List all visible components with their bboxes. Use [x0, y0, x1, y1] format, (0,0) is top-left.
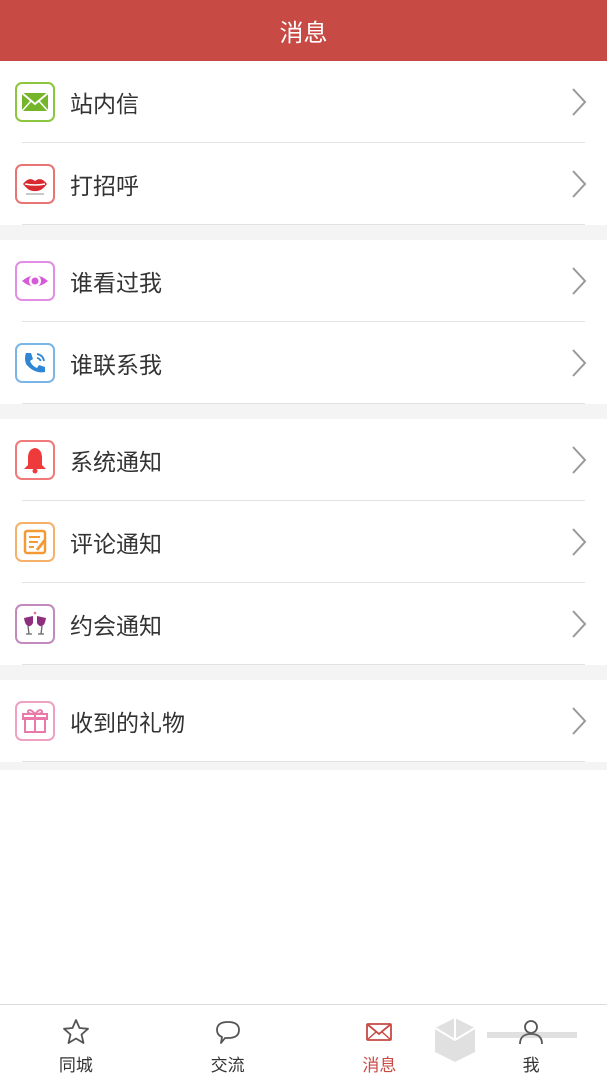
envelope-icon	[364, 1017, 394, 1047]
tab-chat[interactable]: 交流	[152, 1005, 304, 1080]
menu-group-4: 收到的礼物	[0, 680, 607, 762]
chevron-right-icon	[571, 706, 587, 736]
group-gap	[0, 404, 607, 419]
menu-item-received-gifts[interactable]: 收到的礼物	[0, 680, 607, 762]
header-bar: 消息	[0, 0, 607, 61]
chevron-right-icon	[571, 609, 587, 639]
menu-item-who-contacted-me[interactable]: 谁联系我	[0, 322, 607, 404]
divider	[22, 761, 585, 762]
notepad-icon	[15, 522, 55, 562]
menu-group-3: 系统通知 评论通知 约会通知	[0, 419, 607, 665]
group-gap	[0, 762, 607, 770]
group-gap	[0, 665, 607, 680]
watermark-logo	[434, 1018, 577, 1062]
page-title: 消息	[279, 19, 328, 47]
menu-item-who-viewed-me[interactable]: 谁看过我	[0, 240, 607, 322]
menu-item-label: 站内信	[70, 92, 139, 118]
menu-item-label: 评论通知	[70, 532, 162, 558]
lips-icon	[15, 164, 55, 204]
tab-label: 同城	[58, 1056, 93, 1076]
bell-icon	[15, 440, 55, 480]
menu-item-system-notice[interactable]: 系统通知	[0, 419, 607, 501]
divider	[22, 664, 585, 665]
group-gap	[0, 225, 607, 240]
tab-label: 交流	[210, 1056, 245, 1076]
chevron-right-icon	[571, 527, 587, 557]
chevron-right-icon	[571, 445, 587, 475]
menu-item-site-messages[interactable]: 站内信	[0, 61, 607, 143]
tab-label: 消息	[362, 1056, 397, 1076]
eye-icon	[15, 261, 55, 301]
chevron-right-icon	[571, 87, 587, 117]
menu-item-label: 打招呼	[70, 174, 139, 200]
chat-bubble-icon	[213, 1017, 243, 1047]
menu-item-label: 谁联系我	[70, 353, 162, 379]
mail-icon	[15, 82, 55, 122]
divider	[22, 403, 585, 404]
tab-same-city[interactable]: 同城	[0, 1005, 152, 1080]
chevron-right-icon	[571, 169, 587, 199]
menu-item-label: 谁看过我	[70, 271, 162, 297]
menu-item-comment-notice[interactable]: 评论通知	[0, 501, 607, 583]
gift-icon	[15, 701, 55, 741]
menu-item-label: 收到的礼物	[70, 711, 185, 737]
phone-icon	[15, 343, 55, 383]
menu-item-label: 约会通知	[70, 614, 162, 640]
menu-item-label: 系统通知	[70, 450, 162, 476]
wine-glasses-icon	[15, 604, 55, 644]
menu-group-2: 谁看过我 谁联系我	[0, 240, 607, 404]
chevron-right-icon	[571, 266, 587, 296]
menu-item-date-notice[interactable]: 约会通知	[0, 583, 607, 665]
chevron-right-icon	[571, 348, 587, 378]
divider	[22, 224, 585, 225]
menu-group-1: 站内信 打招呼	[0, 61, 607, 225]
menu-item-say-hello[interactable]: 打招呼	[0, 143, 607, 225]
message-menu: 站内信 打招呼 谁看过我 谁联系我 系统通知 评论通知 约会通知 收到的礼物	[0, 61, 607, 770]
star-icon	[61, 1017, 91, 1047]
